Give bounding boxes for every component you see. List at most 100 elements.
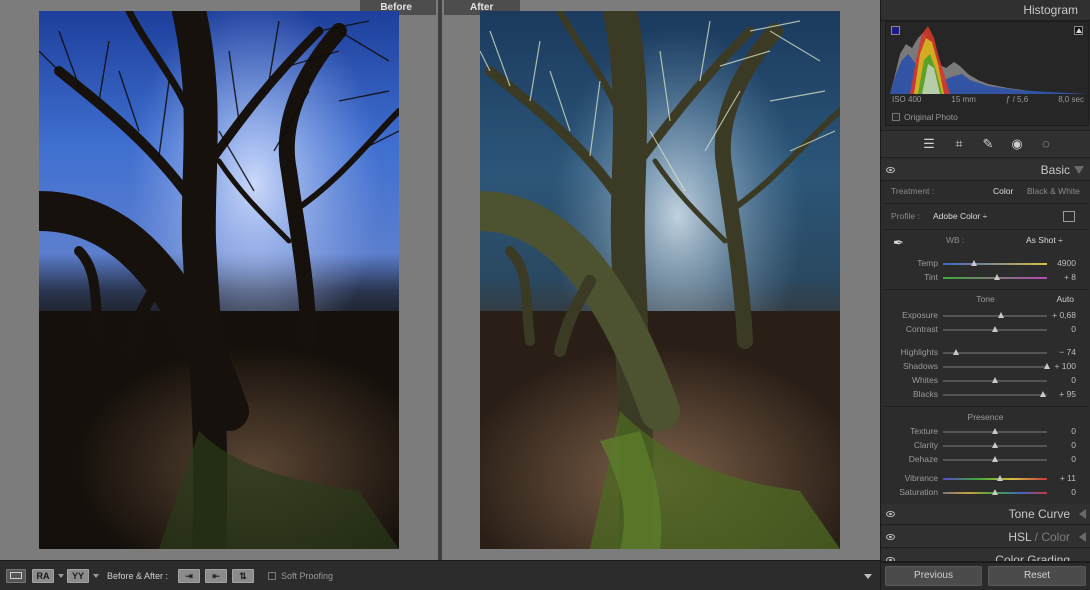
dehaze-value[interactable]: 0 <box>1046 454 1076 464</box>
tone-curve-expand-icon[interactable] <box>1079 509 1086 519</box>
texture-value[interactable]: 0 <box>1046 426 1076 436</box>
contrast-slider[interactable] <box>943 326 1047 332</box>
highlights-slider-thumb[interactable] <box>953 349 960 355</box>
highlights-value[interactable]: − 74 <box>1046 347 1076 357</box>
red-eye-icon[interactable]: ◉ <box>1009 136 1025 152</box>
histogram-chart <box>890 26 1086 94</box>
texture-label: Texture <box>910 426 938 436</box>
toolbar-menu-caret-icon[interactable] <box>864 574 872 579</box>
tint-slider-thumb[interactable] <box>993 274 1000 280</box>
edit-sliders-icon[interactable]: ☰ <box>921 136 937 152</box>
loupe-view-button[interactable] <box>6 569 26 583</box>
temp-slider[interactable] <box>943 260 1047 266</box>
basic-visibility-eye-icon[interactable] <box>886 167 895 173</box>
saturation-label: Saturation <box>899 487 938 497</box>
contrast-slider-thumb[interactable] <box>991 326 998 332</box>
basic-collapse-icon[interactable] <box>1074 166 1084 174</box>
swap-before-after-button[interactable]: ⇅ <box>232 569 254 583</box>
exposure-value[interactable]: + 0,68 <box>1046 310 1076 320</box>
tone-curve-visibility-eye-icon[interactable] <box>886 511 895 517</box>
auto-tone-button[interactable]: Auto <box>1057 294 1075 304</box>
clarity-slider[interactable] <box>943 442 1047 448</box>
before-after-split-button[interactable]: YY <box>67 569 89 583</box>
shadow-clipping-toggle[interactable] <box>891 26 900 35</box>
loupe-icon <box>10 572 22 579</box>
profile-label: Profile : <box>891 211 920 221</box>
color-grading-title: Color Grading <box>995 553 1070 562</box>
exposure-slider-row: Exposure + 0,68 <box>881 310 1090 322</box>
saturation-slider-thumb[interactable] <box>991 489 998 495</box>
copy-before-to-after-button[interactable]: ⇥ <box>178 569 200 583</box>
masking-icon[interactable]: ◌ <box>1038 136 1054 152</box>
before-photo[interactable] <box>39 11 399 549</box>
blacks-value[interactable]: + 95 <box>1046 389 1076 399</box>
treatment-bw-option[interactable]: Black & White <box>1027 186 1080 196</box>
whites-slider[interactable] <box>943 377 1047 383</box>
divider <box>883 406 1088 407</box>
original-photo-toggle[interactable]: Original Photo <box>892 112 958 122</box>
exposure-slider[interactable] <box>943 312 1047 318</box>
original-photo-checkbox[interactable] <box>892 113 900 121</box>
dehaze-slider-thumb[interactable] <box>991 456 998 462</box>
blacks-slider[interactable] <box>943 391 1047 397</box>
original-photo-label: Original Photo <box>904 112 958 122</box>
pane-divider <box>438 0 442 560</box>
texture-slider[interactable] <box>943 428 1047 434</box>
basic-header[interactable]: Basic <box>881 160 1090 181</box>
profile-browser-grid-icon[interactable] <box>1063 211 1075 222</box>
vibrance-slider[interactable] <box>943 475 1047 481</box>
contrast-value[interactable]: 0 <box>1046 324 1076 334</box>
previous-button[interactable]: Previous <box>885 566 982 586</box>
exposure-slider-thumb[interactable] <box>997 312 1004 318</box>
hsl-header[interactable]: HSL / Color <box>881 527 1090 548</box>
highlights-slider[interactable] <box>943 349 1047 355</box>
shadows-value[interactable]: + 100 <box>1046 361 1076 371</box>
soft-proofing-toggle[interactable]: Soft Proofing <box>268 571 333 581</box>
clarity-label: Clarity <box>913 440 938 450</box>
copy-after-to-before-button[interactable]: ⇤ <box>205 569 227 583</box>
split-mode-caret-icon[interactable] <box>93 574 99 578</box>
clarity-slider-thumb[interactable] <box>991 442 998 448</box>
exif-aperture: ƒ / 5,6 <box>1005 95 1029 104</box>
hsl-label: HSL <box>1008 530 1032 544</box>
soft-proofing-checkbox[interactable] <box>268 572 276 580</box>
tint-label: Tint <box>924 272 938 282</box>
highlight-clipping-toggle[interactable] <box>1074 26 1083 35</box>
treatment-row: Treatment : Color Black & White <box>881 186 1090 200</box>
temp-value[interactable]: 4900 <box>1046 258 1076 268</box>
shadows-slider[interactable] <box>943 363 1050 369</box>
before-after-left-right-button[interactable]: RA <box>32 569 54 583</box>
tint-value[interactable]: + 8 <box>1046 272 1076 282</box>
hsl-expand-icon[interactable] <box>1079 532 1086 542</box>
healing-icon[interactable]: ✎ <box>980 136 996 152</box>
temp-slider-row: Temp 4900 <box>881 258 1090 270</box>
profile-select[interactable]: Adobe Color ÷ <box>933 211 987 221</box>
whites-value[interactable]: 0 <box>1046 375 1076 385</box>
vibrance-slider-thumb[interactable] <box>997 475 1004 481</box>
wb-eyedropper-icon[interactable]: ✒ <box>893 235 904 251</box>
soft-proofing-label: Soft Proofing <box>281 571 334 581</box>
tone-curve-header[interactable]: Tone Curve <box>881 504 1090 525</box>
vibrance-value[interactable]: + 11 <box>1046 473 1076 483</box>
lightroom-develop-window: Before After RA YY Before & After: ⇥ ⇤ … <box>0 0 1090 590</box>
whites-slider-thumb[interactable] <box>991 377 998 383</box>
histogram-header[interactable]: Histogram <box>881 0 1090 21</box>
vibrance-label: Vibrance <box>904 473 938 483</box>
blacks-label: Blacks <box>912 389 938 399</box>
after-photo[interactable] <box>480 11 840 549</box>
view-mode-caret-icon[interactable] <box>58 574 64 578</box>
texture-slider-thumb[interactable] <box>991 428 998 434</box>
saturation-slider[interactable] <box>943 489 1047 495</box>
reset-button[interactable]: Reset <box>988 566 1086 586</box>
dehaze-slider[interactable] <box>943 456 1047 462</box>
saturation-value[interactable]: 0 <box>1046 487 1076 497</box>
wb-select[interactable]: As Shot ÷ <box>1026 235 1063 245</box>
tint-slider[interactable] <box>943 274 1047 280</box>
clarity-value[interactable]: 0 <box>1046 440 1076 450</box>
treatment-color-option[interactable]: Color <box>993 186 1013 196</box>
color-grading-header[interactable]: Color Grading <box>881 550 1090 562</box>
temp-slider-thumb[interactable] <box>970 260 977 266</box>
crop-icon[interactable]: ⌗ <box>951 136 967 152</box>
hsl-visibility-eye-icon[interactable] <box>886 534 895 540</box>
divider <box>883 289 1088 290</box>
